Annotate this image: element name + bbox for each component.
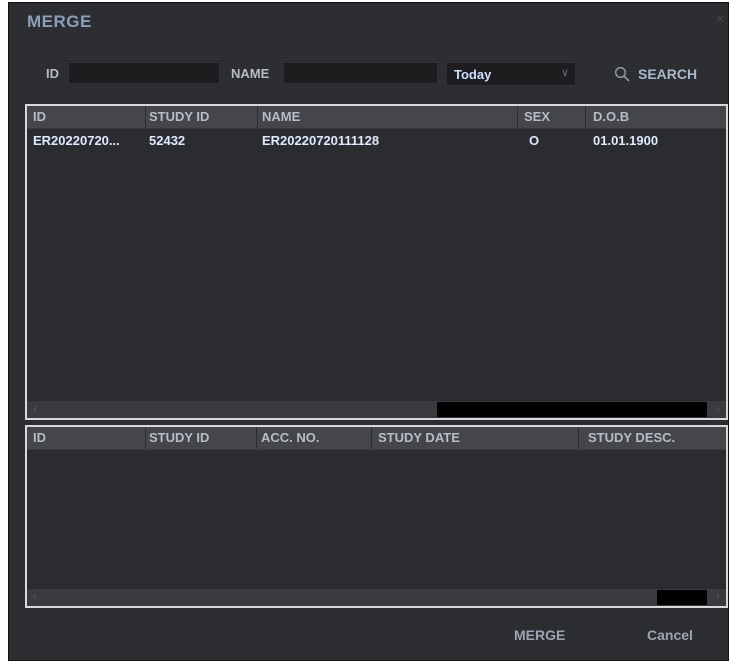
name-label: NAME [231, 66, 270, 81]
cell-id: ER20220720... [33, 133, 120, 148]
column-header-id[interactable]: ID [33, 430, 46, 445]
dialog-title: MERGE [27, 12, 92, 31]
merge-button[interactable]: MERGE [514, 627, 565, 643]
cell-dob: 01.01.1900 [593, 133, 659, 148]
column-divider [371, 427, 372, 449]
column-divider [578, 427, 579, 449]
column-header-study-desc[interactable]: STUDY DESC. [588, 430, 675, 445]
screen-margin [0, 0, 8, 664]
merge-dialog: MERGE × ID NAME Today ∨ SEARCH ID STUDY … [8, 2, 729, 661]
cancel-button[interactable]: Cancel [647, 627, 693, 643]
scrollbar-thumb[interactable] [437, 402, 707, 417]
chevron-right-icon[interactable]: › [710, 589, 726, 606]
column-header-study-id[interactable]: STUDY ID [149, 430, 209, 445]
column-header-study-id[interactable]: STUDY ID [149, 109, 209, 124]
column-divider [257, 106, 258, 128]
cell-sex: O [529, 133, 540, 148]
chevron-right-icon[interactable]: › [710, 401, 726, 418]
column-header-study-date[interactable]: STUDY DATE [378, 430, 460, 445]
date-filter-value: Today [454, 67, 492, 82]
horizontal-scrollbar[interactable]: ‹ › [27, 589, 726, 606]
study-table: ID STUDY ID ACC. NO. STUDY DATE STUDY DE… [25, 425, 728, 608]
date-filter-select[interactable]: Today ∨ [446, 62, 576, 86]
search-icon [614, 66, 630, 82]
cell-name: ER20220720111128 [262, 133, 380, 148]
column-divider [517, 106, 518, 128]
column-divider [145, 106, 146, 128]
search-button-label: SEARCH [638, 66, 698, 82]
column-divider [145, 427, 146, 449]
name-input[interactable] [283, 62, 438, 84]
column-header-sex[interactable]: SEX [524, 109, 550, 124]
column-header-dob[interactable]: D.O.B [593, 109, 629, 124]
table-row[interactable]: ER20220720... 52432 ER20220720111128 O 0… [27, 129, 726, 151]
patient-table-header: ID STUDY ID NAME SEX D.O.B [27, 106, 726, 129]
horizontal-scrollbar[interactable]: ‹ › [27, 401, 726, 418]
patient-table: ID STUDY ID NAME SEX D.O.B ER20220720...… [25, 104, 728, 420]
study-table-header: ID STUDY ID ACC. NO. STUDY DATE STUDY DE… [27, 427, 726, 450]
chevron-down-icon: ∨ [560, 67, 569, 79]
search-button[interactable]: SEARCH [614, 61, 720, 87]
chevron-left-icon[interactable]: ‹ [27, 589, 43, 606]
column-header-name[interactable]: NAME [262, 109, 300, 124]
id-input[interactable] [68, 62, 220, 84]
column-divider [256, 427, 257, 449]
close-icon[interactable]: × [716, 11, 724, 26]
column-divider [585, 106, 586, 128]
column-header-id[interactable]: ID [33, 109, 46, 124]
scrollbar-thumb[interactable] [657, 590, 707, 605]
cell-study-id: 52432 [149, 133, 186, 148]
column-header-acc-no[interactable]: ACC. NO. [261, 430, 320, 445]
id-label: ID [46, 66, 59, 81]
chevron-left-icon[interactable]: ‹ [27, 401, 43, 418]
